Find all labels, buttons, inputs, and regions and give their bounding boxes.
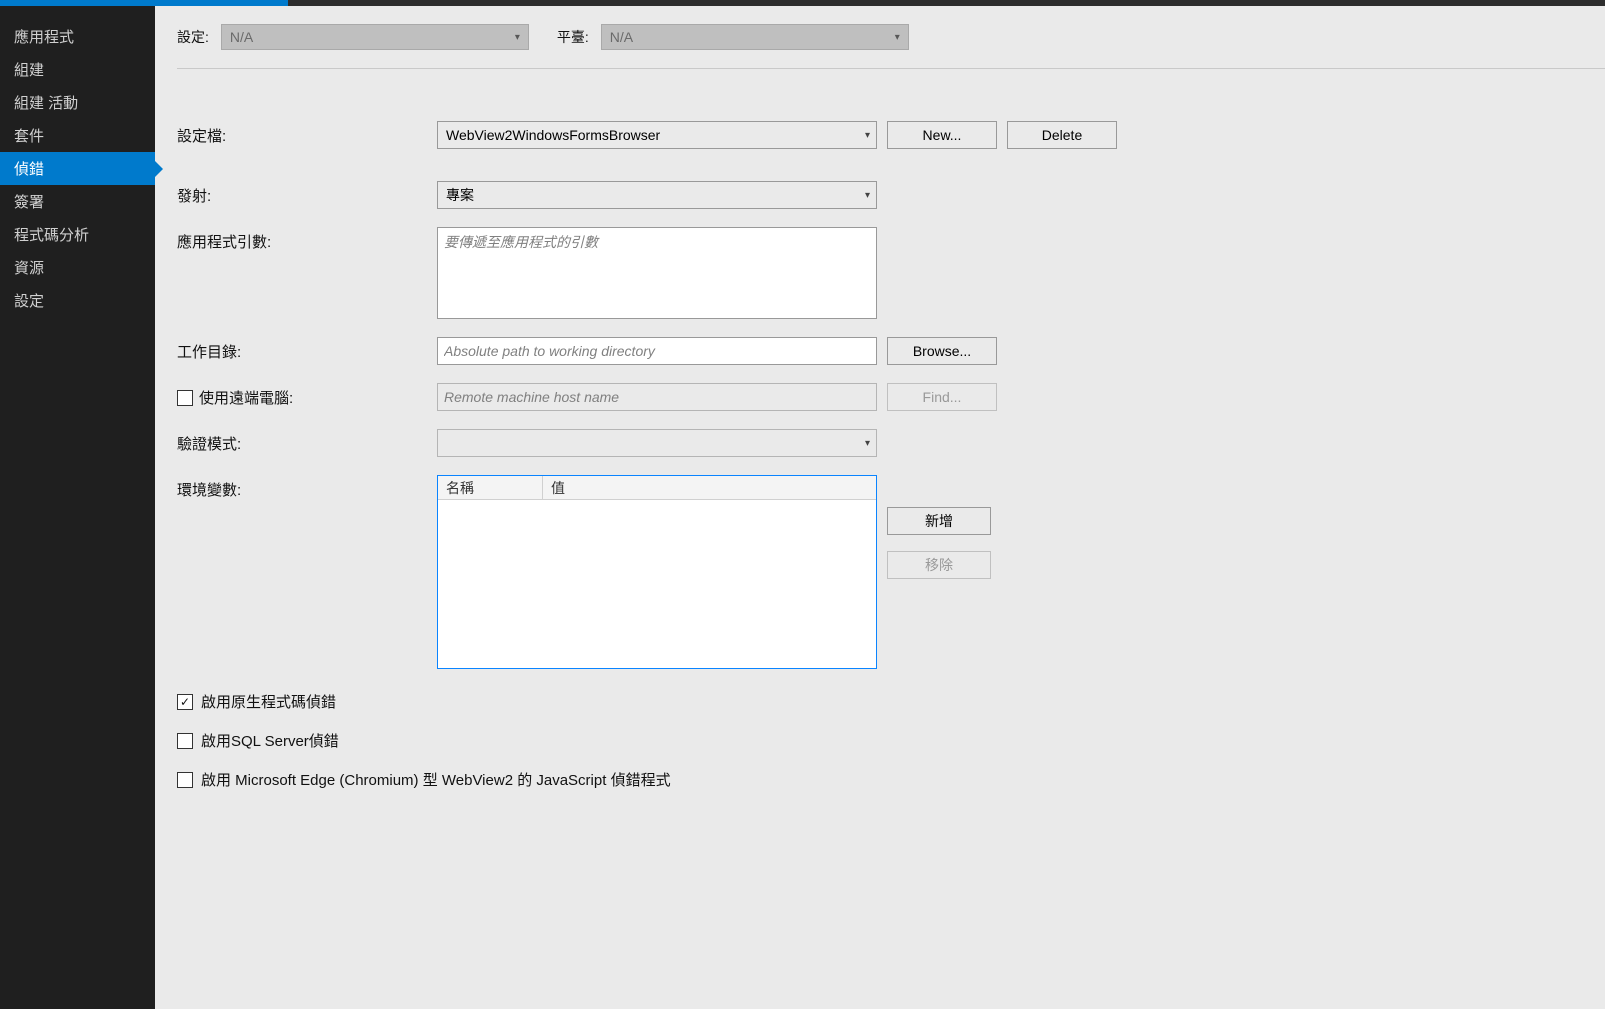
- js-debug-checkbox[interactable]: [177, 772, 193, 788]
- sidebar-item-build[interactable]: 組建: [0, 53, 155, 86]
- sidebar-item-label: 應用程式: [14, 29, 74, 46]
- sidebar-item-label: 偵錯: [14, 161, 44, 178]
- env-vars-label: 環境變數:: [177, 475, 427, 500]
- native-debug-checkbox[interactable]: ✓: [177, 694, 193, 710]
- config-platform-row: 設定: N/A ▾ 平臺: N/A ▾: [177, 24, 1605, 69]
- find-button: Find...: [887, 383, 997, 411]
- add-env-button[interactable]: 新增: [887, 507, 991, 535]
- app-args-label: 應用程式引數:: [177, 227, 427, 252]
- profile-value: WebView2WindowsFormsBrowser: [446, 127, 660, 143]
- sidebar-item-build-events[interactable]: 組建 活動: [0, 86, 155, 119]
- sidebar: 應用程式 組建 組建 活動 套件 偵錯 簽署 程式碼分析 資源 設定: [0, 6, 155, 1009]
- remote-machine-row: 使用遠端電腦:: [177, 383, 427, 408]
- platform-label: 平臺:: [557, 27, 589, 47]
- sidebar-item-label: 套件: [14, 128, 44, 145]
- configuration-label: 設定:: [177, 27, 209, 47]
- launch-combobox[interactable]: 專案 ▾: [437, 181, 877, 209]
- new-profile-button[interactable]: New...: [887, 121, 997, 149]
- platform-value: N/A: [610, 29, 633, 45]
- native-debug-label: 啟用原生程式碼偵錯: [201, 691, 336, 712]
- sidebar-item-label: 組建 活動: [14, 95, 78, 112]
- profile-combobox[interactable]: WebView2WindowsFormsBrowser ▾: [437, 121, 877, 149]
- sql-debug-row: 啟用SQL Server偵錯: [177, 730, 1605, 751]
- sql-debug-checkbox[interactable]: [177, 733, 193, 749]
- sidebar-item-resources[interactable]: 資源: [0, 251, 155, 284]
- chevron-down-icon: ▾: [865, 190, 870, 201]
- working-dir-input[interactable]: [437, 337, 877, 365]
- env-vars-table[interactable]: 名稱 值: [437, 475, 877, 669]
- sidebar-item-label: 程式碼分析: [14, 227, 89, 244]
- env-buttons: 新增 移除: [887, 507, 1117, 579]
- env-col-value[interactable]: 值: [543, 476, 876, 500]
- sidebar-item-label: 組建: [14, 62, 44, 79]
- sidebar-item-signing[interactable]: 簽署: [0, 185, 155, 218]
- remote-machine-label: 使用遠端電腦:: [199, 387, 293, 408]
- platform-dropdown[interactable]: N/A ▾: [601, 24, 909, 50]
- delete-profile-button[interactable]: Delete: [1007, 121, 1117, 149]
- sidebar-item-application[interactable]: 應用程式: [0, 20, 155, 53]
- auth-mode-combobox: ▾: [437, 429, 877, 457]
- sql-debug-label: 啟用SQL Server偵錯: [201, 730, 339, 751]
- sidebar-item-package[interactable]: 套件: [0, 119, 155, 152]
- configuration-dropdown[interactable]: N/A ▾: [221, 24, 529, 50]
- chevron-down-icon: ▾: [865, 130, 870, 141]
- chevron-down-icon: ▾: [865, 438, 870, 449]
- js-debug-label: 啟用 Microsoft Edge (Chromium) 型 WebView2 …: [201, 769, 671, 790]
- configuration-value: N/A: [230, 29, 253, 45]
- sidebar-item-label: 簽署: [14, 194, 44, 211]
- app-args-textarea[interactable]: [437, 227, 877, 319]
- profile-label: 設定檔:: [177, 121, 427, 146]
- remove-env-button: 移除: [887, 551, 991, 579]
- working-dir-label: 工作目錄:: [177, 337, 427, 362]
- auth-mode-label: 驗證模式:: [177, 429, 427, 454]
- remote-machine-input: [437, 383, 877, 411]
- js-debug-row: 啟用 Microsoft Edge (Chromium) 型 WebView2 …: [177, 769, 1605, 790]
- sidebar-item-label: 資源: [14, 260, 44, 277]
- env-col-name[interactable]: 名稱: [438, 476, 543, 500]
- launch-value: 專案: [446, 185, 474, 205]
- main-panel: 設定: N/A ▾ 平臺: N/A ▾ 設定檔: WebView2Windows…: [155, 6, 1605, 1009]
- native-debug-row: ✓ 啟用原生程式碼偵錯: [177, 691, 1605, 712]
- chevron-down-icon: ▾: [515, 32, 520, 43]
- launch-label: 發射:: [177, 181, 427, 206]
- env-vars-header: 名稱 值: [438, 476, 876, 500]
- sidebar-item-settings[interactable]: 設定: [0, 284, 155, 317]
- browse-button[interactable]: Browse...: [887, 337, 997, 365]
- remote-machine-checkbox[interactable]: [177, 390, 193, 406]
- sidebar-item-code-analysis[interactable]: 程式碼分析: [0, 218, 155, 251]
- sidebar-item-label: 設定: [14, 293, 44, 310]
- chevron-down-icon: ▾: [895, 32, 900, 43]
- sidebar-item-debug[interactable]: 偵錯: [0, 152, 155, 185]
